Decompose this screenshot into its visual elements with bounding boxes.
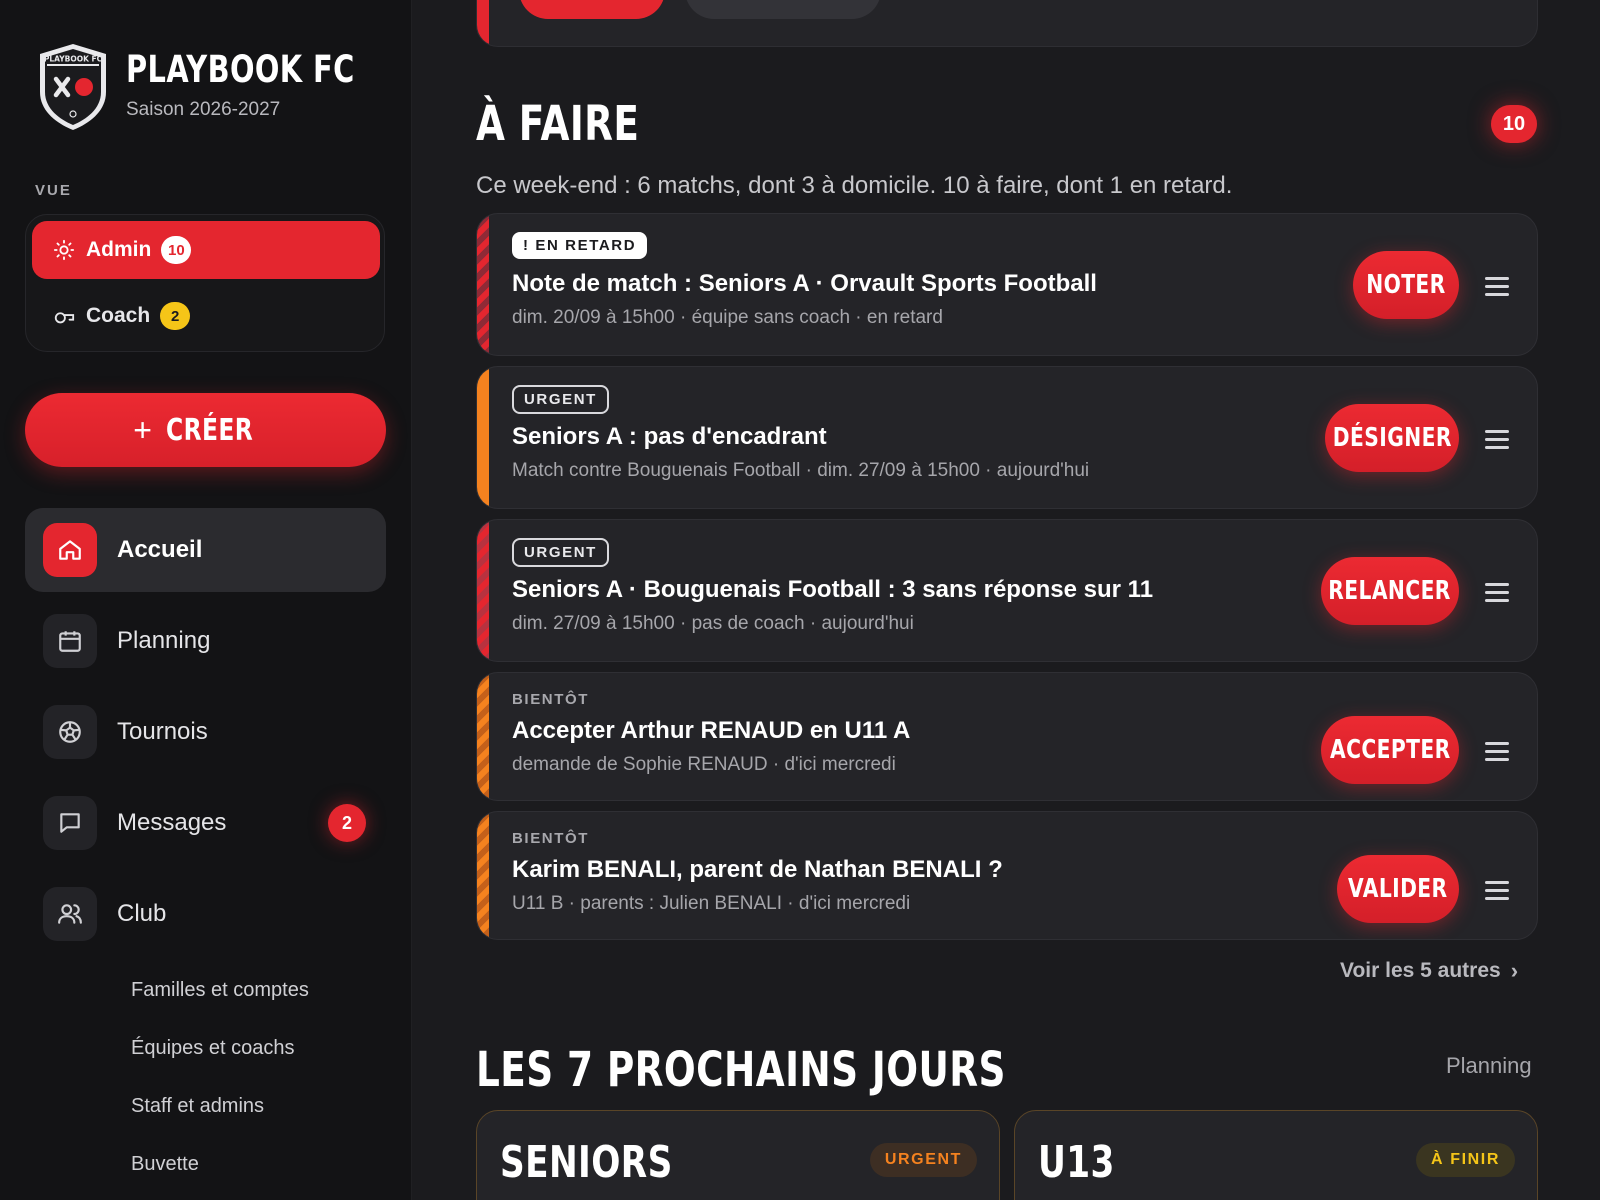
task-title: Accepter Arthur RENAUD en U11 A — [512, 717, 911, 744]
soon-stripe — [477, 673, 489, 800]
sub-item-equipes[interactable]: Équipes et coachs — [131, 1037, 294, 1060]
task-meta: Match contre Bouguenais Football · dim. … — [512, 460, 1090, 481]
see-more-link[interactable]: Voir les 5 autres › — [1340, 958, 1518, 984]
view-section-label: VUE — [35, 182, 72, 199]
brand[interactable]: PLAYBOOK FC PLAYBOOK FC Saison 2026-2027 — [36, 42, 419, 132]
nav-item-tournois[interactable]: Tournois — [25, 690, 386, 774]
nav-item-club[interactable]: Club — [25, 872, 386, 956]
status-badge: URGENT — [869, 1143, 977, 1177]
nav-label-club: Club — [117, 900, 167, 927]
urgent-stripe — [477, 367, 489, 508]
club-name: PLAYBOOK FC — [126, 48, 355, 91]
accepter-button[interactable]: ACCEPTER — [1321, 716, 1459, 784]
noter-button[interactable]: NOTER — [1353, 251, 1459, 319]
task-card[interactable]: ! EN RETARD Note de match : Seniors A · … — [476, 213, 1538, 356]
calendar-icon — [43, 614, 97, 668]
menu-icon[interactable] — [1485, 742, 1509, 762]
role-admin-badge: 10 — [161, 236, 192, 264]
task-meta: dim. 27/09 à 15h00 · pas de coach · aujo… — [512, 613, 914, 634]
nav-label-accueil: Accueil — [117, 536, 203, 563]
role-admin-label: Admin — [86, 238, 152, 261]
valider-button[interactable]: VALIDER — [1337, 855, 1459, 923]
create-button-label: CRÉER — [165, 412, 254, 448]
nav-label-messages: Messages — [117, 809, 227, 836]
sun-icon — [52, 238, 76, 262]
partial-primary-button[interactable] — [519, 0, 665, 19]
nav-label-planning: Planning — [117, 627, 211, 654]
home-icon — [43, 523, 97, 577]
task-meta: demande de Sophie RENAUD · d'ici mercred… — [512, 754, 896, 775]
partial-secondary-button[interactable] — [685, 0, 881, 19]
nav-item-accueil[interactable]: Accueil — [25, 508, 386, 592]
previous-card-partial — [476, 0, 1538, 47]
task-title: Karim BENALI, parent de Nathan BENALI ? — [512, 856, 1003, 883]
menu-icon[interactable] — [1485, 583, 1509, 603]
sub-item-buvette[interactable]: Buvette — [131, 1153, 199, 1176]
team-name: U13 — [1038, 1137, 1115, 1188]
season-label: Saison 2026-2027 — [126, 99, 281, 120]
create-button[interactable]: + CRÉER — [25, 393, 386, 467]
chevron-right-icon: › — [1510, 958, 1519, 983]
plus-icon: + — [133, 411, 152, 448]
late-stripe — [477, 214, 489, 355]
team-name: SENIORS — [500, 1137, 673, 1188]
team-card-seniors[interactable]: SENIORS URGENT — [476, 1110, 1000, 1200]
todo-count-badge: 10 — [1491, 105, 1537, 143]
next-days-title: LES 7 PROCHAINS JOURS — [476, 1042, 1006, 1098]
task-card[interactable]: URGENT Seniors A : pas d'encadrant Match… — [476, 366, 1538, 509]
status-badge: BIENTÔT — [512, 691, 590, 708]
task-card[interactable]: BIENTÔT Karim BENALI, parent de Nathan B… — [476, 811, 1538, 940]
ball-icon — [43, 705, 97, 759]
team-card-u13[interactable]: U13 À FINIR — [1014, 1110, 1538, 1200]
todo-summary: Ce week-end : 6 matchs, dont 3 à domicil… — [476, 172, 1233, 199]
club-crest-logo: PLAYBOOK FC — [40, 44, 106, 130]
menu-icon[interactable] — [1485, 277, 1509, 297]
urgent-stripe — [477, 520, 489, 661]
task-title: Seniors A : pas d'encadrant — [512, 423, 827, 450]
sub-item-staff[interactable]: Staff et admins — [131, 1095, 264, 1118]
designer-button[interactable]: DÉSIGNER — [1325, 404, 1459, 472]
status-badge: À FINIR — [1416, 1143, 1515, 1177]
menu-icon[interactable] — [1485, 881, 1509, 901]
sidebar: PLAYBOOK FC PLAYBOOK FC Saison 2026-2027… — [0, 0, 412, 1200]
see-more-label: Voir les 5 autres — [1340, 959, 1501, 982]
role-switcher: Admin 10 Coach 2 — [25, 214, 385, 352]
nav-label-tournois: Tournois — [117, 718, 208, 745]
soon-stripe — [477, 812, 489, 939]
status-badge: URGENT — [512, 538, 609, 567]
svg-text:PLAYBOOK FC: PLAYBOOK FC — [44, 55, 103, 64]
todo-title: À FAIRE — [476, 96, 640, 152]
role-admin[interactable]: Admin 10 — [32, 221, 380, 279]
menu-icon[interactable] — [1485, 430, 1509, 450]
nav-item-messages[interactable]: Messages 2 — [25, 781, 386, 865]
task-meta: dim. 20/09 à 15h00 · équipe sans coach ·… — [512, 307, 943, 328]
messages-badge: 2 — [328, 804, 366, 842]
nav-item-planning[interactable]: Planning — [25, 599, 386, 683]
task-meta: U11 B · parents : Julien BENALI · d'ici … — [512, 893, 911, 914]
sub-item-familles[interactable]: Familles et comptes — [131, 979, 309, 1002]
planning-link[interactable]: Planning — [1446, 1053, 1532, 1079]
task-title: Note de match : Seniors A · Orvault Spor… — [512, 270, 1097, 297]
status-badge: ! EN RETARD — [512, 232, 648, 259]
task-card[interactable]: URGENT Seniors A · Bouguenais Football :… — [476, 519, 1538, 662]
relancer-button[interactable]: RELANCER — [1321, 557, 1459, 625]
role-coach-badge: 2 — [160, 302, 191, 330]
task-card[interactable]: BIENTÔT Accepter Arthur RENAUD en U11 A … — [476, 672, 1538, 801]
whistle-icon — [52, 304, 76, 328]
status-badge: BIENTÔT — [512, 830, 590, 847]
role-coach[interactable]: Coach 2 — [32, 287, 380, 345]
task-title: Seniors A · Bouguenais Football : 3 sans… — [512, 576, 1154, 603]
users-icon — [43, 887, 97, 941]
message-icon — [43, 796, 97, 850]
status-badge: URGENT — [512, 385, 609, 414]
role-coach-label: Coach — [86, 304, 151, 327]
